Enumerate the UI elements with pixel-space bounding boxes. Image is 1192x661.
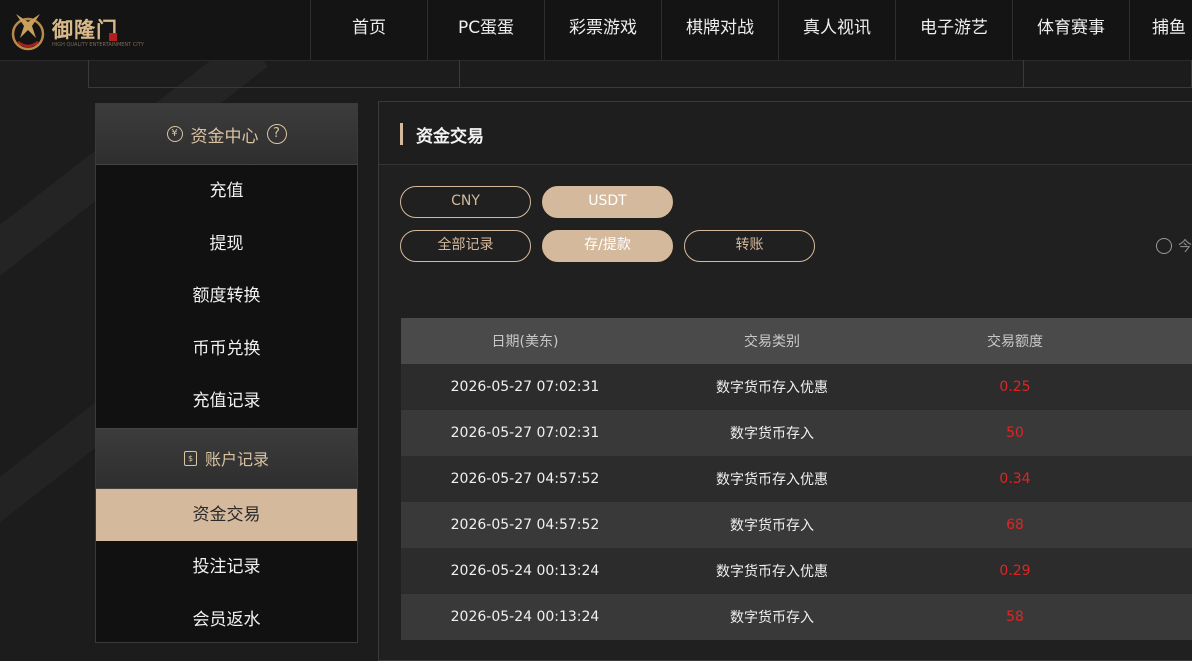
- account-sidebar: ¥ 资金中心 ? 充值 提现 额度转换 币币兑换 充值记录 $ 账户记录 资金交…: [95, 103, 358, 643]
- sidebar-item-fund-transactions[interactable]: 资金交易: [96, 488, 357, 541]
- table-header: 日期(美东) 交易类别 交易额度: [401, 318, 1192, 364]
- cell-type: 数字货币存入: [730, 518, 814, 534]
- page-title: 资金交易: [416, 127, 484, 147]
- cell-amount: 0.29: [999, 563, 1031, 579]
- cell-date: 2026-05-27 07:02:31: [450, 425, 600, 441]
- brand-seal: [109, 33, 117, 41]
- brand-tagline: HIGH QUALITY ENTERTAINMENT CITY: [52, 42, 144, 48]
- panel-header: 资金交易: [379, 102, 1192, 165]
- account-records-label: 账户记录: [204, 450, 269, 469]
- cell-date: 2026-05-27 04:57:52: [450, 471, 600, 487]
- table-row: 2026-05-27 07:02:31 数字货币存入优惠 0.25: [401, 364, 1192, 410]
- table-row: 2026-05-24 00:13:24 数字货币存入 58: [401, 594, 1192, 640]
- divider: [459, 60, 460, 88]
- cell-amount: 0.34: [999, 471, 1031, 487]
- cell-type: 数字货币存入: [730, 610, 814, 626]
- tab-currency-usdt[interactable]: USDT: [542, 186, 673, 218]
- main-nav: 首页 PC蛋蛋 彩票游戏 棋牌对战 真人视讯 电子游艺 体育赛事 捕鱼: [310, 0, 1189, 60]
- account-records-header: $ 账户记录: [96, 427, 357, 489]
- sidebar-item-withdraw[interactable]: 提现: [96, 218, 357, 271]
- tab-deposit-withdraw[interactable]: 存/提款: [542, 230, 673, 262]
- nav-item-lottery[interactable]: 彩票游戏: [544, 0, 661, 60]
- cell-date: 2026-05-24 00:13:24: [450, 609, 600, 625]
- sidebar-item-member-rebate[interactable]: 会员返水: [96, 594, 357, 647]
- column-header-type: 交易类别: [744, 334, 800, 350]
- date-range-radio[interactable]: [1156, 238, 1172, 254]
- tab-currency-cny[interactable]: CNY: [400, 186, 531, 218]
- column-header-amount: 交易额度: [987, 334, 1043, 350]
- fund-center-label: 资金中心: [190, 126, 259, 147]
- table-row: 2026-05-27 04:57:52 数字货币存入 68: [401, 502, 1192, 548]
- nav-item-pc-eggs[interactable]: PC蛋蛋: [427, 0, 544, 60]
- fund-center-header: ¥ 资金中心 ?: [96, 104, 357, 165]
- cell-date: 2026-05-27 07:02:31: [450, 379, 600, 395]
- sidebar-item-bet-records[interactable]: 投注记录: [96, 541, 357, 594]
- yen-coin-icon: ¥: [166, 126, 183, 142]
- tab-all-records[interactable]: 全部记录: [400, 230, 531, 262]
- cell-date: 2026-05-27 04:57:52: [450, 517, 600, 533]
- cell-amount: 50: [1006, 425, 1024, 441]
- cell-date: 2026-05-24 00:13:24: [450, 563, 600, 579]
- table-row: 2026-05-27 04:57:52 数字货币存入优惠 0.34: [401, 456, 1192, 502]
- table-row: 2026-05-24 00:13:24 数字货币存入优惠 0.29: [401, 548, 1192, 594]
- transactions-table: 日期(美东) 交易类别 交易额度 2026-05-27 07:02:31 数字货…: [401, 318, 1192, 640]
- sidebar-item-deposit-records[interactable]: 充值记录: [96, 375, 357, 428]
- cell-amount: 0.25: [999, 379, 1031, 395]
- cell-type: 数字货币存入: [730, 426, 814, 442]
- nav-item-sports[interactable]: 体育赛事: [1012, 0, 1129, 60]
- dragon-logo-icon: [11, 14, 45, 51]
- cell-amount: 68: [1006, 517, 1024, 533]
- cell-amount: 58: [1006, 609, 1024, 625]
- fund-transactions-panel: 资金交易 CNY USDT 全部记录 存/提款 转账 今 日期(美东) 交易类别…: [378, 101, 1192, 661]
- top-navigation-bar: 御隆门 HIGH QUALITY ENTERTAINMENT CITY 首页 P…: [0, 0, 1192, 61]
- cell-type: 数字货币存入优惠: [716, 472, 828, 488]
- column-header-date: 日期(美东): [491, 334, 559, 350]
- table-row: 2026-05-27 07:02:31 数字货币存入 50: [401, 410, 1192, 456]
- date-range-radio-label: 今: [1178, 239, 1192, 255]
- nav-item-chess-cards[interactable]: 棋牌对战: [661, 0, 778, 60]
- document-icon: $: [183, 450, 197, 466]
- sidebar-item-coin-exchange[interactable]: 币币兑换: [96, 323, 357, 376]
- sidebar-item-deposit[interactable]: 充值: [96, 165, 357, 218]
- nav-item-slots[interactable]: 电子游艺: [895, 0, 1012, 60]
- nav-item-home[interactable]: 首页: [310, 0, 427, 60]
- nav-item-fishing[interactable]: 捕鱼: [1129, 0, 1189, 60]
- cell-type: 数字货币存入优惠: [716, 564, 828, 580]
- cell-type: 数字货币存入优惠: [716, 380, 828, 396]
- nav-item-live-video[interactable]: 真人视讯: [778, 0, 895, 60]
- sidebar-item-transfer-quota[interactable]: 额度转换: [96, 270, 357, 323]
- tab-transfer[interactable]: 转账: [684, 230, 815, 262]
- title-accent-bar: [400, 123, 403, 145]
- sub-header-strip: [88, 60, 1192, 88]
- brand-logo[interactable]: 御隆门 HIGH QUALITY ENTERTAINMENT CITY: [8, 6, 144, 54]
- question-circle-icon[interactable]: ?: [266, 124, 287, 144]
- divider: [1023, 60, 1024, 88]
